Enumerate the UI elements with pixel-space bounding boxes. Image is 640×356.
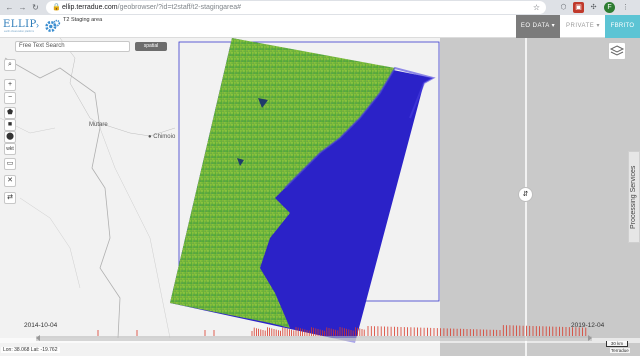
spatial-button[interactable]: spatial [135, 42, 167, 51]
lock-icon: 🔒 [52, 4, 61, 11]
reload-icon[interactable]: ↻ [30, 2, 41, 13]
search-input[interactable]: Free Text Search [15, 41, 130, 52]
map-label-chimoio: ● Chimoio [148, 134, 176, 140]
logo-text: ELLIP [3, 19, 37, 30]
map-label-mutare: Mutare [89, 122, 108, 128]
browser-toolbar: ← → ↻ 🔒 ellip.terradue.com/geobrowser/?i… [0, 0, 640, 15]
address-bar[interactable]: 🔒 ellip.terradue.com/geobrowser/?id=t2st… [46, 1, 546, 14]
map-layer [0, 38, 640, 356]
wkt-icon[interactable]: wkt [4, 143, 16, 155]
zoom-in-icon[interactable]: + [4, 79, 16, 91]
map-attribution[interactable]: Terradue [610, 348, 630, 353]
profile-avatar[interactable]: F [604, 2, 615, 13]
timeline-start-date: 2014-10-04 [24, 322, 58, 329]
chevron-right-icon: › [36, 20, 39, 30]
search-icon[interactable]: ⌕ [4, 59, 16, 71]
clear-icon[interactable]: ✕ [4, 175, 16, 187]
layers-icon[interactable] [608, 42, 626, 60]
zoom-out-icon[interactable]: − [4, 92, 16, 104]
processing-services-label[interactable]: Processing Services [629, 151, 639, 243]
menu-user[interactable]: FBRITO [605, 15, 640, 38]
ellip-logo[interactable]: ELLIP earth observation platform [3, 19, 36, 34]
swipe-handle-icon[interactable]: ⇵ [518, 187, 533, 202]
timeline-range[interactable] [36, 336, 592, 341]
bookmark-star-icon[interactable]: ☆ [533, 2, 540, 13]
logo-subtext: earth observation platform [4, 30, 35, 33]
gear-icon[interactable] [44, 18, 61, 35]
extension-red-icon[interactable]: ▣ [573, 2, 584, 13]
draw-point-icon[interactable]: ⬤ [4, 131, 16, 143]
extension-icon[interactable]: ⬡ [558, 2, 569, 13]
arrow-right-icon[interactable]: → [17, 2, 28, 13]
import-icon[interactable]: ▭ [4, 158, 16, 170]
more-menu-icon[interactable]: ⋮ [620, 2, 631, 13]
breadcrumb[interactable]: T2 Staging area [63, 17, 102, 23]
draw-rectangle-icon[interactable]: ■ [4, 119, 16, 131]
url-text: ellip.terradue.com/geobrowser/?id=t2staf… [62, 4, 242, 11]
border-line [4, 57, 121, 339]
timeline-end-date: 2019-12-04 [571, 322, 605, 329]
map-canvas[interactable]: Mutare ● Chimoio [0, 38, 640, 356]
mouse-coordinates: Lon: 38.068 Lat: -19.762 [1, 347, 60, 353]
scale-bar: 30 km [606, 341, 628, 347]
menu-eo-data[interactable]: EO DATA ▾ [516, 15, 560, 38]
swap-icon[interactable]: ⇄ [4, 192, 16, 204]
arrow-left-icon[interactable]: ← [4, 2, 15, 13]
menu-private[interactable]: PRIVATE ▾ [561, 15, 605, 38]
draw-polygon-icon[interactable]: ⬟ [4, 107, 16, 119]
puzzle-icon[interactable]: ✣ [588, 2, 599, 13]
